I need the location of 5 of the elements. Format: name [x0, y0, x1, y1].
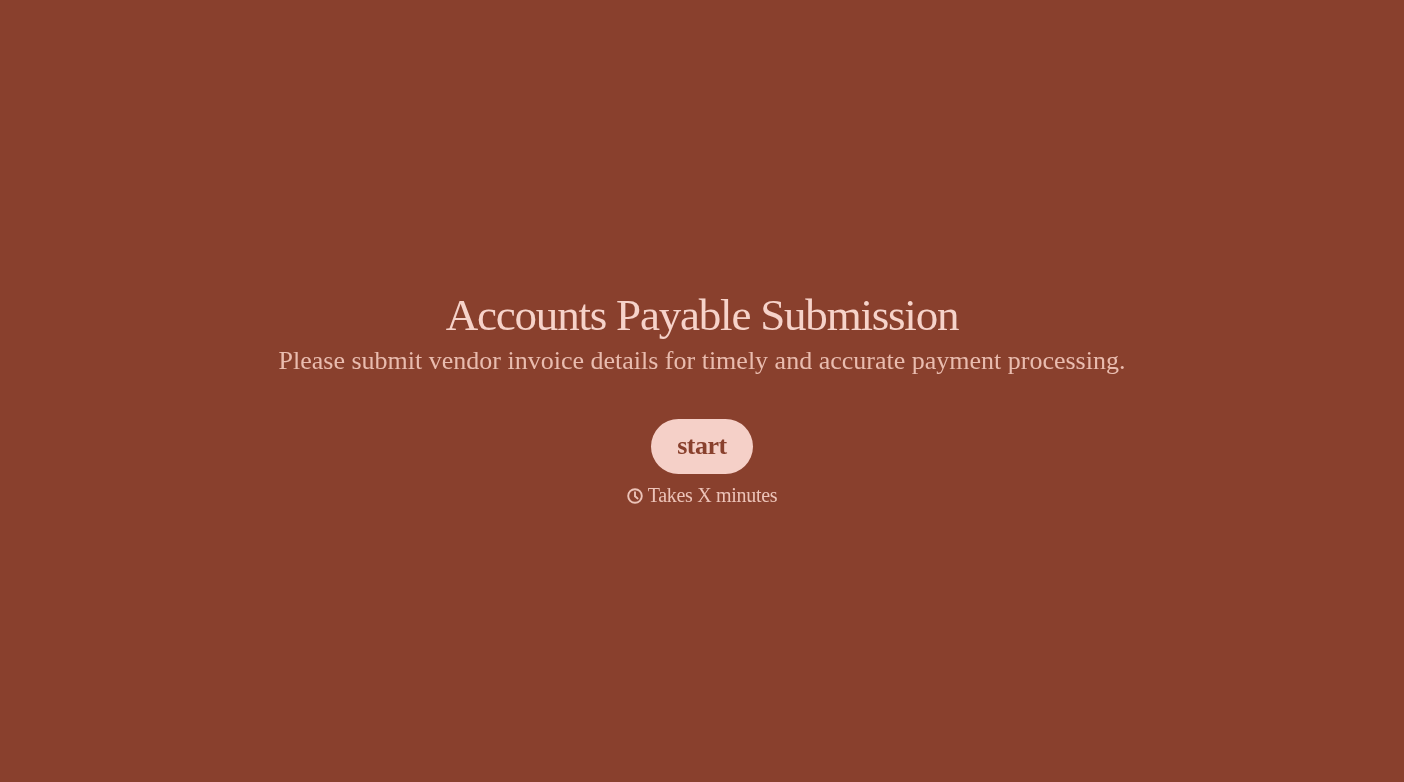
duration-text: Takes X minutes [647, 484, 778, 507]
start-button[interactable]: start [651, 419, 753, 474]
page-title: Accounts Payable Submission [445, 289, 959, 341]
page-subtitle: Please submit vendor invoice details for timely and accurate payment processing. [278, 345, 1126, 377]
clock-icon [626, 487, 643, 504]
